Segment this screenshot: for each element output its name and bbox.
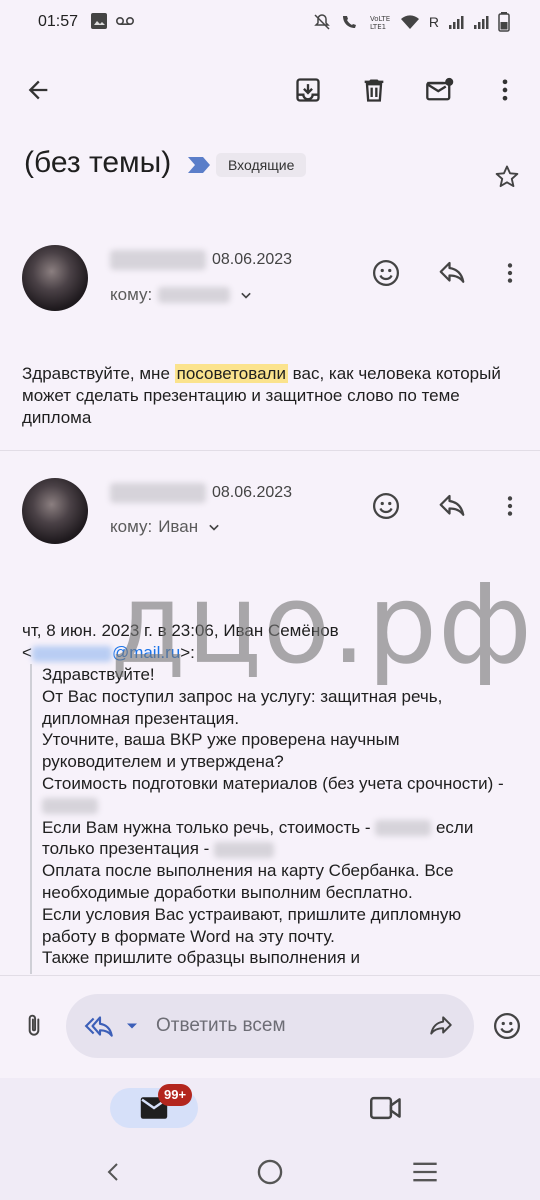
watermark: дцо.рф (110, 560, 534, 688)
redacted-email (31, 645, 112, 662)
redacted-sender-name (110, 483, 206, 503)
reply-button[interactable] (432, 253, 472, 293)
svg-text:LTE1: LTE1 (370, 23, 386, 31)
attach-button[interactable] (14, 1006, 54, 1046)
sender-avatar[interactable] (22, 245, 88, 311)
mute-icon (314, 14, 330, 30)
battery-icon (498, 12, 510, 32)
signal-2-icon (474, 16, 489, 29)
gallery-icon (91, 13, 107, 29)
archive-button[interactable] (288, 70, 328, 110)
react-emoji-button[interactable] (366, 253, 406, 293)
status-time: 01:57 (38, 13, 79, 30)
trash-icon (364, 79, 384, 102)
to-prefix: кому: (110, 285, 153, 304)
sender-row: 08.06.2023 (110, 483, 292, 503)
arrow-back-icon (28, 80, 48, 100)
label-chip-inbox[interactable]: Входящие (216, 153, 307, 177)
react-emoji-button[interactable] (366, 486, 406, 526)
redacted-sender-name (110, 250, 206, 270)
redacted-price (214, 841, 275, 858)
emoji-react-button[interactable] (487, 1006, 527, 1046)
sender-row: 08.06.2023 (110, 250, 292, 270)
delete-button[interactable] (354, 70, 394, 110)
more-options-button[interactable] (485, 70, 525, 110)
redacted-price (375, 820, 432, 837)
redacted-price (42, 798, 98, 815)
message-more-button[interactable] (490, 486, 530, 526)
mark-unread-icon (426, 77, 454, 101)
chevron-down-icon (209, 524, 219, 531)
chevron-down-icon (241, 292, 251, 299)
message-body: Здравствуйте, мне посоветовали вас, как … (22, 364, 501, 427)
reply-icon (439, 494, 465, 516)
reply-divider (0, 975, 540, 976)
reply-placeholder: Ответить всем (156, 1015, 286, 1036)
sender-avatar[interactable] (22, 478, 88, 544)
star-button[interactable] (487, 157, 527, 197)
volte-icon: VoLTELTE1 (370, 15, 390, 31)
more-vert-icon (507, 496, 513, 516)
redacted-recipient (158, 287, 231, 303)
unread-count-badge: 99+ (158, 1084, 193, 1106)
video-camera-icon (370, 1096, 401, 1120)
mark-unread-button[interactable] (420, 70, 460, 110)
svg-text:VoLTE: VoLTE (370, 15, 390, 23)
recipient-name: Иван (158, 517, 199, 536)
menu-lines-icon (413, 1162, 437, 1182)
to-prefix: кому: (110, 517, 153, 536)
attach-icon (28, 1014, 40, 1036)
message-more-button[interactable] (490, 253, 530, 293)
more-vert-icon (507, 263, 513, 283)
recipients-toggle[interactable]: кому: Иван (110, 517, 224, 537)
reply-button[interactable] (432, 486, 472, 526)
email-subject: (без темы) (24, 146, 172, 179)
bottom-navigation (0, 1078, 540, 1148)
reply-icon (439, 261, 465, 283)
status-bar: 01:57 VoLTE LTE1 R (0, 0, 540, 46)
message-divider (0, 450, 540, 451)
message-date: 08.06.2023 (212, 251, 293, 268)
wifi-call-icon (342, 16, 356, 28)
forward-icon[interactable] (426, 1013, 456, 1039)
system-home-button[interactable] (250, 1152, 290, 1192)
important-marker-icon[interactable] (187, 156, 211, 174)
system-back-button[interactable] (94, 1152, 134, 1192)
reply-all-icon (84, 1016, 113, 1037)
message-date: 08.06.2023 (212, 484, 293, 501)
system-recents-button[interactable] (405, 1152, 445, 1192)
highlighted-word: посоветовали (174, 364, 288, 383)
wifi-icon (400, 15, 419, 29)
nav-meet-tab[interactable] (366, 1088, 406, 1128)
signal-icon (449, 16, 464, 29)
reply-all-field[interactable]: Ответить всем (66, 994, 474, 1058)
home-circle-icon (257, 1159, 283, 1185)
emoji-icon (494, 1013, 520, 1039)
star-icon (495, 165, 519, 188)
recipients-toggle[interactable]: кому: (110, 285, 256, 305)
more-vert-icon (502, 79, 508, 101)
voicemail-icon (116, 17, 134, 25)
archive-icon (296, 78, 320, 102)
emoji-icon (373, 493, 399, 519)
network-label: R (428, 14, 439, 30)
quoted-text: Здравствуйте! От Вас поступил запрос на … (30, 664, 520, 974)
chevron-left-icon (107, 1163, 118, 1181)
back-button[interactable] (18, 70, 58, 110)
reply-mode-dropdown-icon[interactable] (122, 1016, 142, 1036)
emoji-icon (373, 260, 399, 286)
